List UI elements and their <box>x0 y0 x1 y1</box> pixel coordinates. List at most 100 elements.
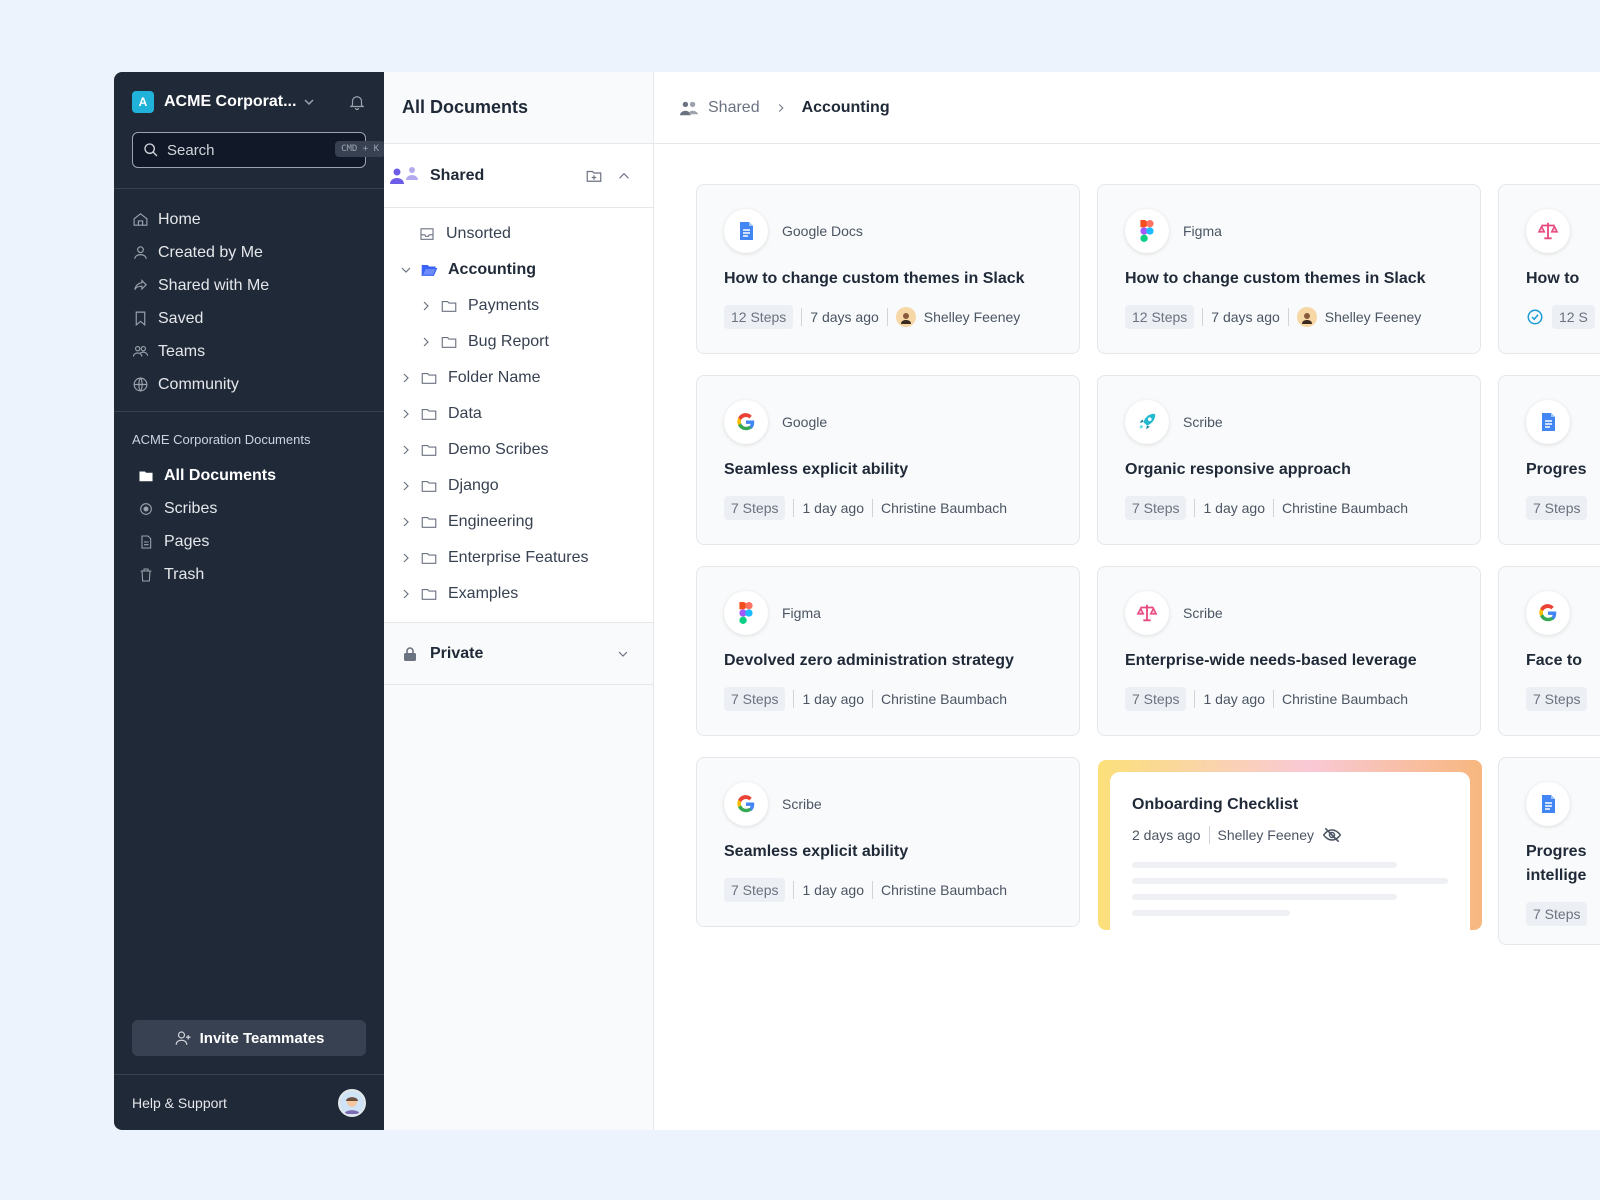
add-user-icon <box>175 1031 191 1045</box>
document-card[interactable]: Progres 7 Steps <box>1498 375 1600 545</box>
lock-icon <box>404 646 416 661</box>
scales-icon <box>1537 222 1559 240</box>
doc-item-all-documents[interactable]: All Documents <box>114 459 384 492</box>
card-author: Christine Baumbach <box>880 882 1008 898</box>
card-title: Progres <box>1526 461 1587 478</box>
doc-item-label: All Documents <box>164 466 277 484</box>
folder-item-demo-scribes[interactable]: Demo Scribes <box>384 432 653 468</box>
home-icon <box>133 213 148 226</box>
open-folder-icon <box>421 264 438 276</box>
doc-item-label: Scribes <box>164 499 218 517</box>
document-card[interactable]: How to 12 S <box>1498 184 1600 354</box>
document-card[interactable]: Scribe Seamless explicit ability 7 Steps 1 … <box>696 757 1080 927</box>
folder-item-unsorted[interactable]: Unsorted <box>384 216 653 252</box>
nav-item-shared-with-me[interactable]: Shared with Me <box>114 269 384 302</box>
breadcrumb-shared[interactable]: Shared <box>708 99 760 117</box>
folder-item-enterprise-features[interactable]: Enterprise Features <box>384 540 653 576</box>
chevron-right-icon[interactable] <box>398 550 414 566</box>
google-docs-icon <box>1542 795 1555 813</box>
chevron-down-icon <box>304 99 314 106</box>
scribe-icon <box>140 502 152 515</box>
chevron-up-icon[interactable] <box>615 167 633 185</box>
nav-item-community[interactable]: Community <box>114 368 384 401</box>
chevron-right-icon[interactable] <box>418 298 434 314</box>
onboarding-time: 2 days ago <box>1132 827 1201 843</box>
card-title: Face to <box>1526 652 1583 669</box>
avatar[interactable] <box>338 1088 366 1117</box>
app-window: A ACME Corporat... Search CMD + K Home C… <box>114 72 1600 1130</box>
folder-item-label: Django <box>448 477 499 494</box>
card-time: 7 days ago <box>810 309 879 325</box>
workspace-switcher[interactable]: A ACME Corporat... <box>114 72 384 132</box>
card-time: 1 day ago <box>1203 500 1265 516</box>
chevron-down-icon[interactable] <box>398 262 414 278</box>
card-time: 1 day ago <box>802 691 864 707</box>
chevron-right-icon[interactable] <box>398 370 414 386</box>
new-folder-icon[interactable] <box>585 167 603 185</box>
nav-item-saved[interactable]: Saved <box>114 302 384 335</box>
divider <box>1194 499 1196 517</box>
document-card[interactable]: Google Docs How to change custom themes i… <box>696 184 1080 354</box>
doc-item-label: Pages <box>164 532 210 550</box>
nav-item-label: Shared with Me <box>158 276 270 294</box>
chevron-right-icon[interactable] <box>398 406 414 422</box>
source-logo <box>724 591 768 635</box>
google-icon <box>737 413 755 431</box>
doc-item-trash[interactable]: Trash <box>114 558 384 591</box>
folder-tree: Unsorted Accounting Payments Bug Report Fold… <box>384 208 653 623</box>
document-card[interactable]: Progres intellige 7 Steps <box>1498 757 1600 945</box>
document-card[interactable]: Figma Devolved zero administration strate… <box>696 566 1080 736</box>
chevron-down-icon[interactable] <box>615 646 631 662</box>
steps-badge: 7 Steps <box>724 687 786 711</box>
folder-item-django[interactable]: Django <box>384 468 653 504</box>
chevron-right-icon[interactable] <box>398 442 414 458</box>
card-meta: 7 Steps <box>1526 902 1600 926</box>
folder-item-label: Demo Scribes <box>448 441 549 458</box>
divider <box>1202 308 1204 326</box>
figma-icon <box>739 602 753 624</box>
private-section-header[interactable]: Private <box>384 623 653 685</box>
search-input[interactable]: Search CMD + K <box>132 132 385 168</box>
folder-item-data[interactable]: Data <box>384 396 653 432</box>
workspace-name: ACME Corporat... <box>164 93 297 110</box>
chevron-right-icon[interactable] <box>398 514 414 530</box>
steps-badge: 12 S <box>1552 305 1595 329</box>
folder-icon <box>421 516 437 528</box>
folder-item-bug-report[interactable]: Bug Report <box>384 324 653 360</box>
invite-teammates-button[interactable]: Invite Teammates <box>132 1020 366 1056</box>
nav-item-home[interactable]: Home <box>114 203 384 236</box>
workspace-badge: A <box>132 91 154 113</box>
onboarding-card[interactable]: Onboarding Checklist 2 days ago Shelley … <box>1098 760 1482 930</box>
document-card[interactable]: Figma How to change custom themes in Slac… <box>1097 184 1481 354</box>
chevron-right-icon[interactable] <box>398 478 414 494</box>
card-meta: 12 S <box>1526 305 1600 329</box>
steps-badge: 7 Steps <box>724 878 786 902</box>
main-nav: Home Created by Me Shared with Me Saved … <box>114 189 384 411</box>
source-logo <box>1526 209 1570 253</box>
bell-icon[interactable] <box>348 93 366 111</box>
document-card[interactable]: Scribe Organic responsive approach 7 Steps… <box>1097 375 1481 545</box>
folder-item-label: Folder Name <box>448 369 541 386</box>
nav-item-teams[interactable]: Teams <box>114 335 384 368</box>
folder-item-payments[interactable]: Payments <box>384 288 653 324</box>
card-meta: 7 Steps <box>1526 496 1600 520</box>
document-card[interactable]: Google Seamless explicit ability 7 Steps 1 … <box>696 375 1080 545</box>
doc-item-pages[interactable]: Pages <box>114 525 384 558</box>
document-card[interactable]: Face to 7 Steps <box>1498 566 1600 736</box>
card-time: 7 days ago <box>1211 309 1280 325</box>
nav-item-created-by-me[interactable]: Created by Me <box>114 236 384 269</box>
shared-label: Shared <box>430 166 485 184</box>
chevron-right-icon[interactable] <box>418 334 434 350</box>
check-circle-icon <box>1527 309 1543 325</box>
doc-item-scribes[interactable]: Scribes <box>114 492 384 525</box>
shared-section-header[interactable]: Shared <box>384 144 653 208</box>
chevron-right-icon[interactable] <box>398 586 414 602</box>
card-source: Scribe <box>1183 414 1223 430</box>
folder-item-folder-name[interactable]: Folder Name <box>384 360 653 396</box>
folder-item-examples[interactable]: Examples <box>384 576 653 612</box>
help-support-link[interactable]: Help & Support <box>132 1095 227 1111</box>
folder-item-accounting[interactable]: Accounting <box>384 252 653 288</box>
folder-item-label: Engineering <box>448 513 534 530</box>
folder-item-engineering[interactable]: Engineering <box>384 504 653 540</box>
document-card[interactable]: Scribe Enterprise-wide needs-based levera… <box>1097 566 1481 736</box>
